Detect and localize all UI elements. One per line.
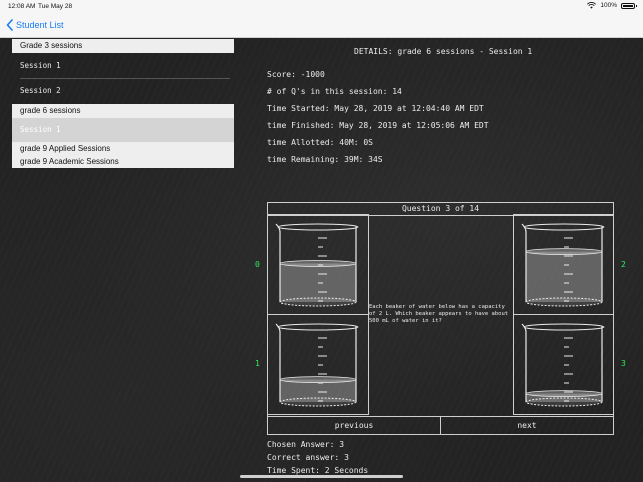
beaker-icon <box>275 323 359 407</box>
score-text: Score: -1000 <box>267 70 325 79</box>
beaker-icon <box>521 223 605 307</box>
correct-answer-text: Correct answer: 3 <box>267 453 349 462</box>
status-date: Tue May 28 <box>38 3 73 10</box>
time-started-text: Time Started: May 28, 2019 at 12:04:40 A… <box>267 104 484 113</box>
battery-icon <box>621 2 637 9</box>
status-time: 12:08 AM <box>8 3 36 10</box>
status-right: 100% <box>587 2 637 9</box>
section-grade-9-academic[interactable]: grade 9 Academic Sessions <box>12 156 234 168</box>
section-grade-6[interactable]: grade 6 sessions <box>12 104 234 118</box>
chevron-left-icon <box>6 19 13 31</box>
navigation-bar: Student List <box>0 12 643 38</box>
details-title: DETAILS: grade 6 sessions - Session 1 <box>354 47 533 56</box>
next-button[interactable]: next <box>440 416 614 435</box>
question-text: Each beaker of water below has a capacit… <box>369 304 509 324</box>
wifi-icon <box>587 2 597 9</box>
time-allotted-text: time Allotted: 40M: 0S <box>267 138 373 147</box>
back-button[interactable]: Student List <box>6 16 64 34</box>
option-label-3: 3 <box>621 359 626 368</box>
time-spent-text: Time Spent: 2 Seconds <box>267 466 369 475</box>
session-item-grade3-1[interactable]: Session 1 <box>12 54 234 78</box>
status-bar: 12:08 AM Tue May 28 100% <box>0 0 643 12</box>
session-item-grade6-1[interactable]: Session 1 <box>12 118 234 142</box>
session-item-grade3-2[interactable]: Session 2 <box>12 79 234 103</box>
back-button-label: Student List <box>16 20 64 30</box>
question-count-text: # of Q's in this session: 14 <box>267 87 402 96</box>
previous-button[interactable]: previous <box>267 416 441 435</box>
option-label-1: 1 <box>255 359 260 368</box>
session-list: Grade 3 sessions Session 1 Session 2 gra… <box>12 39 234 168</box>
time-finished-text: time Finished: May 28, 2019 at 12:05:06 … <box>267 121 489 130</box>
section-grade-9-applied[interactable]: grade 9 Applied Sessions <box>12 142 234 156</box>
option-label-0: 0 <box>255 260 260 269</box>
section-grade-3[interactable]: Grade 3 sessions <box>12 39 234 53</box>
beaker-icon <box>275 223 359 307</box>
time-remaining-text: time Remaining: 39M: 34S <box>267 155 383 164</box>
home-indicator <box>240 475 403 478</box>
battery-percent: 100% <box>600 2 617 9</box>
beaker-icon <box>521 323 605 407</box>
chosen-answer-text: Chosen Answer: 3 <box>267 440 345 449</box>
option-label-2: 2 <box>621 260 626 269</box>
